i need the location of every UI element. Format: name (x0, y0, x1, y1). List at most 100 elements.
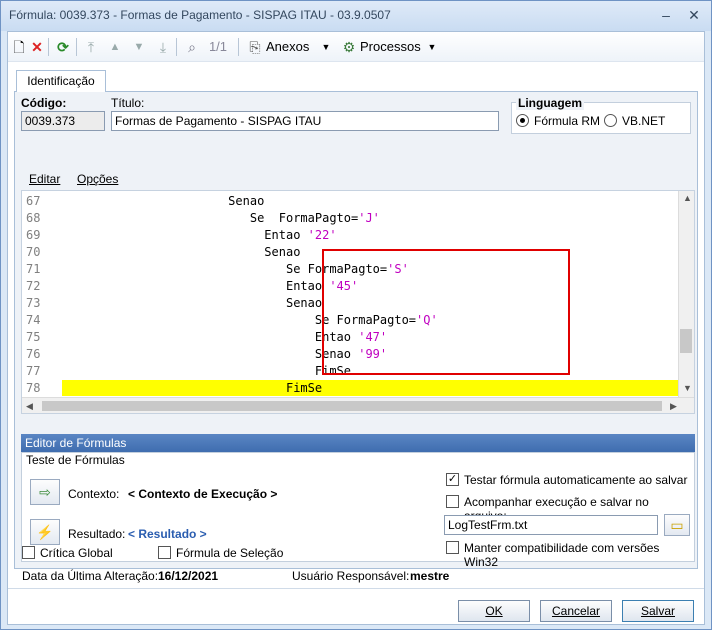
toolbar-separator (76, 38, 77, 56)
code-editor[interactable]: 67 Senao 68 Se FormaPagto='J' 69 Entao '22… (21, 190, 695, 414)
annotation-box (322, 249, 570, 375)
manter-checkbox[interactable] (446, 541, 459, 554)
titulo-field[interactable]: Formas de Pagamento - SISPAG ITAU (111, 111, 499, 131)
acompanhar-checkbox[interactable] (446, 495, 459, 508)
line-number: 72 (26, 279, 41, 293)
ok-button-label: OK (485, 604, 503, 618)
context-execute-icon[interactable]: ⇨ (30, 479, 60, 505)
last-record-icon[interactable]: ⤓ (154, 37, 172, 57)
save-button-label: Salvar (640, 604, 675, 618)
testar-checkbox[interactable]: ✓ (446, 473, 459, 486)
scroll-right-icon[interactable]: ▶ (670, 401, 677, 412)
usuario-label: Usuário Responsável: (292, 569, 410, 583)
code-line[interactable]: 68 Se FormaPagto='J' (22, 210, 682, 227)
minimize-button[interactable]: – (655, 5, 677, 25)
code-token: Senao (285, 296, 323, 310)
window-title: Fórmula: 0039.373 - Formas de Pagamento … (9, 8, 391, 22)
line-text: Senao (62, 193, 264, 210)
line-number: 74 (26, 313, 41, 327)
save-button[interactable]: Salvar (622, 600, 694, 622)
gears-icon[interactable]: ⚙ (340, 37, 358, 57)
teste-formulas-group: Teste de Fórmulas ⇨ Contexto: < Contexto… (21, 452, 695, 569)
code-line[interactable]: 67 Senao (22, 193, 682, 210)
horizontal-scroll-thumb[interactable] (42, 401, 662, 411)
line-text: FimSe (62, 380, 322, 397)
menu-editar[interactable]: Editar (29, 172, 60, 186)
refresh-icon[interactable]: ⟳ (54, 37, 72, 57)
processos-menu[interactable]: Processos (360, 37, 424, 57)
testar-label: Testar fórmula automaticamente ao salvar (464, 473, 688, 487)
resultado-label: Resultado: (68, 527, 126, 541)
line-number: 76 (26, 347, 41, 361)
line-text: Senao (62, 244, 300, 261)
code-token: Entao (264, 228, 308, 242)
teste-formulas-title: Teste de Fórmulas (26, 453, 125, 467)
scroll-up-icon[interactable]: ▲ (683, 193, 692, 203)
footer-divider (8, 588, 704, 589)
line-number: 69 (26, 228, 41, 242)
contexto-value[interactable]: < Contexto de Execução > (128, 487, 277, 501)
line-number: 73 (26, 296, 41, 310)
folder-icon[interactable]: ▭ (664, 514, 690, 536)
vertical-scrollbar[interactable]: ▲ ▼ (678, 191, 694, 397)
contexto-label: Contexto: (68, 487, 120, 501)
critica-global-checkbox[interactable] (22, 546, 35, 559)
toolbar-separator (48, 38, 49, 56)
close-button[interactable]: ✕ (683, 5, 705, 25)
line-number: 78 (26, 381, 41, 395)
cancel-button[interactable]: Cancelar (540, 600, 612, 622)
formula-rm-label: Fórmula RM (534, 114, 601, 128)
next-record-icon[interactable]: ▼ (130, 37, 148, 57)
scroll-down-icon[interactable]: ▼ (683, 383, 692, 393)
data-alteracao-value: 16/12/2021 (158, 569, 219, 583)
formula-selecao-checkbox[interactable] (158, 546, 171, 559)
formula-rm-radio[interactable] (516, 114, 529, 127)
chevron-down-icon[interactable]: ▼ (426, 37, 438, 57)
scroll-left-icon[interactable]: ◀ (26, 401, 33, 412)
previous-record-icon[interactable]: ▲ (106, 37, 124, 57)
manter-label: Manter compatibilidade com versões Win32 (464, 541, 660, 569)
paperclip-icon[interactable]: ⎘ (246, 37, 264, 57)
toolbar-separator (238, 38, 239, 56)
chevron-down-icon[interactable]: ▼ (320, 37, 332, 57)
vbnet-label: VB.NET (622, 114, 666, 128)
menu-opcoes[interactable]: Opções (77, 172, 118, 186)
toolbar: 🗋 ✕ ⟳ ⤒ ▲ ▼ ⤓ ⌕ 1/1 ⎘ Anexos ▼ ⚙ Process… (8, 32, 704, 62)
critica-global-label: Crítica Global (40, 546, 113, 560)
menu-editar-label: Editar (29, 172, 61, 186)
formula-window: Fórmula: 0039.373 - Formas de Pagamento … (0, 0, 712, 630)
line-text: Entao '45' (62, 278, 358, 295)
editor-formulas-header: Editor de Fórmulas (21, 434, 695, 452)
vertical-scroll-thumb[interactable] (680, 329, 692, 353)
line-text: Senao (62, 295, 322, 312)
line-text: Se FormaPagto='J' (62, 210, 380, 227)
code-token: Se FormaPagto= (249, 211, 359, 225)
data-alteracao-label: Data da Última Alteração: (22, 569, 159, 583)
code-line[interactable]: 78 FimSe (22, 380, 682, 397)
anexos-menu[interactable]: Anexos (266, 37, 322, 57)
line-number: 70 (26, 245, 41, 259)
line-number: 71 (26, 262, 41, 276)
tab-identificacao[interactable]: Identificação (16, 70, 106, 92)
code-token: FimSe (285, 381, 323, 395)
line-number: 67 (26, 194, 41, 208)
first-record-icon[interactable]: ⤒ (82, 37, 100, 57)
vbnet-radio[interactable] (604, 114, 617, 127)
code-token: Senao (264, 245, 301, 259)
formula-selecao-label: Fórmula de Seleção (176, 546, 284, 560)
resultado-value[interactable]: < Resultado > (128, 527, 207, 541)
codigo-field[interactable]: 0039.373 (21, 111, 105, 131)
lightning-icon[interactable]: ⚡ (30, 519, 60, 545)
horizontal-scrollbar[interactable]: ◀ ▶ (22, 397, 694, 413)
code-token: Senao (228, 194, 265, 208)
string-literal: 'J' (358, 211, 380, 225)
code-line[interactable]: 69 Entao '22' (22, 227, 682, 244)
arquivo-log-input[interactable]: LogTestFrm.txt (444, 515, 658, 535)
new-document-icon[interactable]: 🗋 (10, 37, 28, 57)
ok-button[interactable]: OK (458, 600, 530, 622)
binoculars-icon[interactable]: ⌕ (182, 37, 202, 57)
window-content: 🗋 ✕ ⟳ ⤒ ▲ ▼ ⤓ ⌕ 1/1 ⎘ Anexos ▼ ⚙ Process… (7, 31, 705, 625)
title-bar: Fórmula: 0039.373 - Formas de Pagamento … (1, 1, 711, 31)
usuario-value: mestre (410, 569, 450, 583)
delete-icon[interactable]: ✕ (28, 37, 46, 57)
